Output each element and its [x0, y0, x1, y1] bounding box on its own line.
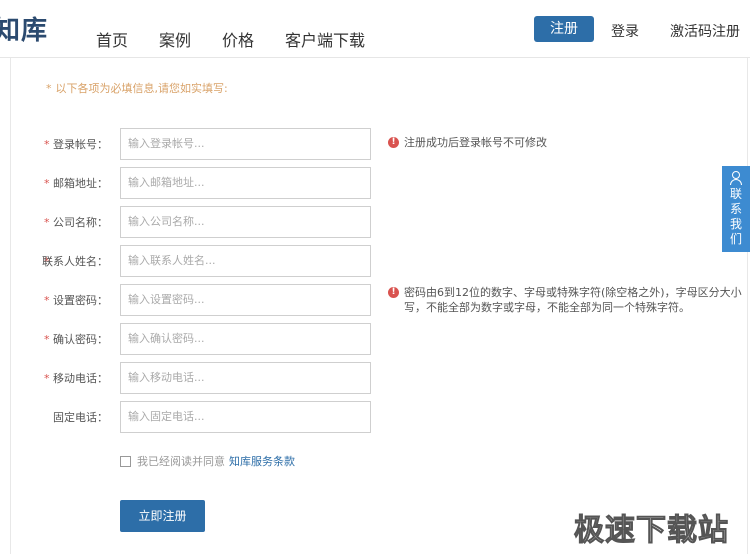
activation-code-register-link[interactable]: 激活码注册 [670, 21, 740, 41]
mobile-label: 移动电话： [53, 372, 108, 385]
required-notice: * 以下各项为必填信息,请您如实填写: [46, 80, 228, 96]
nav-item-client-download[interactable]: 客户端下载 [285, 27, 365, 51]
form-row-email: * 邮箱地址： 输入邮箱地址... [44, 167, 374, 199]
submit-register-button[interactable]: 立即注册 [120, 500, 205, 532]
password-input[interactable]: 输入设置密码... [120, 284, 371, 316]
warning-icon: ! [388, 286, 399, 298]
watermark-text: 极速下载站 [574, 513, 729, 549]
email-label: 邮箱地址： [53, 177, 108, 190]
landline-label: 固定电话： [53, 411, 108, 424]
nav-item-pricing[interactable]: 价格 [222, 27, 254, 51]
account-hint: ! 注册成功后登录帐号不可修改 [388, 135, 547, 150]
form-row-account: * 登录帐号： 输入登录帐号... [44, 128, 374, 160]
confirm-password-input[interactable]: 输入确认密码... [120, 323, 371, 355]
form-row-company: * 公司名称： 输入公司名称... [44, 206, 374, 238]
password-hint-line1: 密码由6到12位的数字、字母或特殊字符(除空格之外)，字母区分大小 [404, 286, 742, 299]
login-link[interactable]: 登录 [611, 21, 639, 41]
password-hint-line2: 写，不能全部为数字或字母，不能全部为同一个特殊字符。 [404, 301, 690, 314]
warning-icon: ! [388, 136, 399, 148]
account-label: 登录帐号： [53, 138, 108, 151]
form-row-mobile: * 移动电话： 输入移动电话... [44, 362, 374, 394]
company-input[interactable]: 输入公司名称... [120, 206, 371, 238]
nav-item-home[interactable]: 首页 [96, 27, 128, 51]
agreement-row: 我已经阅读并同意 知库服务条款 [120, 453, 295, 469]
contact-name-label: 联系人姓名： [42, 255, 108, 268]
main-nav: 首页 案例 价格 客户端下载 [96, 27, 396, 51]
agree-checkbox[interactable] [120, 455, 131, 467]
register-button[interactable]: 注册 [534, 16, 594, 42]
site-logo[interactable]: 知库 [0, 10, 48, 47]
password-label: 设置密码： [53, 294, 108, 307]
contact-us-tab[interactable]: 联系我们 [722, 166, 750, 252]
nav-item-cases[interactable]: 案例 [159, 27, 191, 51]
company-label: 公司名称： [53, 216, 108, 229]
email-input[interactable]: 输入邮箱地址... [120, 167, 371, 199]
form-row-confirm-password: * 确认密码： 输入确认密码... [44, 323, 374, 355]
person-icon [729, 171, 743, 185]
account-input[interactable]: 输入登录帐号... [120, 128, 371, 160]
terms-link[interactable]: 知库服务条款 [229, 453, 295, 469]
form-row-contact-name: * 联系人姓名： 输入联系人姓名... [42, 245, 374, 277]
mobile-input[interactable]: 输入移动电话... [120, 362, 371, 394]
account-hint-text: 注册成功后登录帐号不可修改 [404, 136, 547, 149]
required-star: * [46, 82, 52, 95]
landline-input[interactable]: 输入固定电话... [120, 401, 371, 433]
contact-us-label: 联系我们 [729, 187, 742, 246]
confirm-password-label: 确认密码： [53, 333, 108, 346]
agree-text: 我已经阅读并同意 [137, 455, 225, 468]
form-row-landline: 固定电话： 输入固定电话... [44, 401, 374, 433]
form-row-password: * 设置密码： 输入设置密码... [44, 284, 374, 316]
password-hint: ! 密码由6到12位的数字、字母或特殊字符(除空格之外)，字母区分大小 写，不能全… [388, 285, 743, 315]
contact-name-input[interactable]: 输入联系人姓名... [120, 245, 371, 277]
notice-text: 以下各项为必填信息,请您如实填写: [55, 82, 228, 95]
top-header: 知库 首页 案例 价格 客户端下载 注册 登录 激活码注册 [0, 0, 750, 58]
